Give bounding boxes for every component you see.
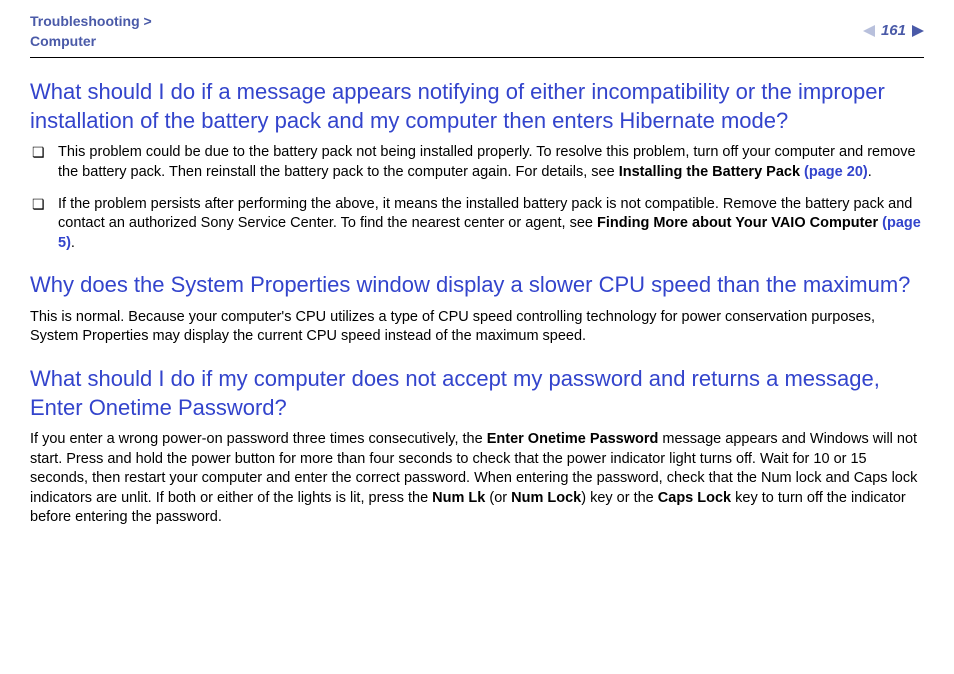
next-page-icon[interactable]	[912, 25, 924, 37]
bullet-text-post: .	[71, 235, 75, 251]
page-header: Troubleshooting > Computer 161	[30, 12, 924, 58]
page-reference-link[interactable]: (page 20)	[800, 164, 868, 180]
bullet-text-bold: Installing the Battery Pack	[619, 164, 800, 180]
breadcrumb-section: Troubleshooting >	[30, 13, 152, 29]
page-navigation: 161	[863, 12, 924, 39]
breadcrumb-subsection: Computer	[30, 33, 96, 49]
question-heading-1: What should I do if a message appears no…	[30, 78, 924, 135]
para-bold: Num Lk	[432, 490, 485, 506]
para-part: ) key or the	[581, 490, 658, 506]
para-bold: Caps Lock	[658, 490, 731, 506]
para-bold: Num Lock	[511, 490, 581, 506]
answer-paragraph-2: This is normal. Because your computer's …	[30, 308, 924, 347]
answer-paragraph-3: If you enter a wrong power-on password t…	[30, 430, 924, 528]
para-bold: Enter Onetime Password	[487, 431, 659, 447]
page-number: 161	[881, 22, 906, 39]
question-heading-2: Why does the System Properties window di…	[30, 271, 924, 300]
question-heading-3: What should I do if my computer does not…	[30, 365, 924, 422]
list-item: This problem could be due to the battery…	[30, 143, 924, 182]
bullet-list-1: This problem could be due to the battery…	[30, 143, 924, 253]
para-part: If you enter a wrong power-on password t…	[30, 431, 487, 447]
breadcrumb[interactable]: Troubleshooting > Computer	[30, 12, 152, 51]
list-item: If the problem persists after performing…	[30, 195, 924, 254]
document-page: Troubleshooting > Computer 161 What shou…	[0, 0, 954, 572]
prev-page-icon[interactable]	[863, 25, 875, 37]
para-part: (or	[485, 490, 511, 506]
bullet-text-post: .	[868, 164, 872, 180]
bullet-text-bold: Finding More about Your VAIO Computer	[597, 215, 878, 231]
